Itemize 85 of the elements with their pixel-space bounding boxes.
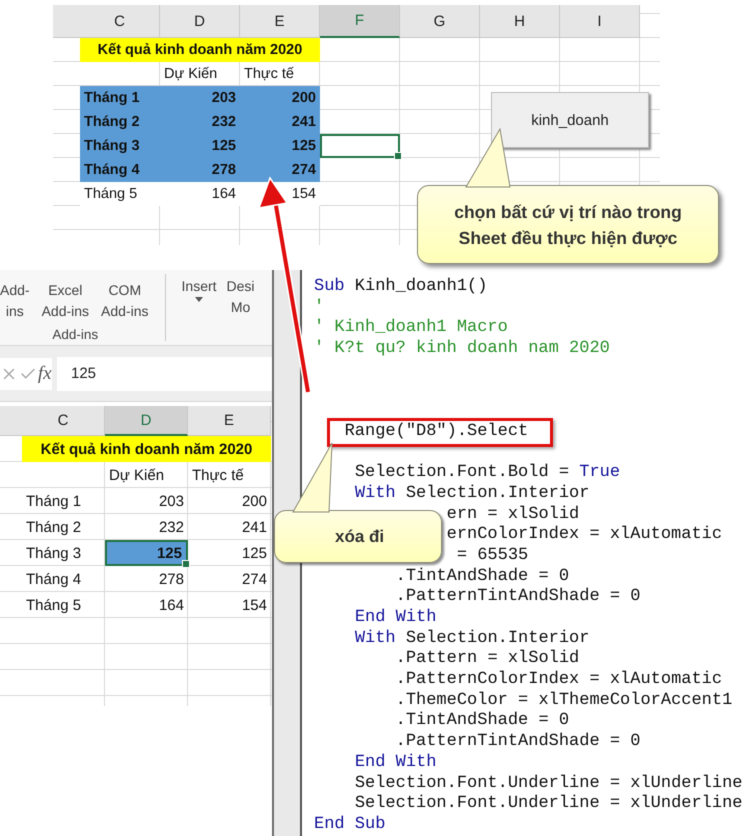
table-cell: 203	[160, 86, 240, 110]
code-line: Selection.Font.Underline = xlUnderline	[354, 774, 742, 792]
month-cell-text: Tháng 5	[25, 596, 82, 616]
month-cell: Tháng 1	[80, 86, 160, 110]
table-cell: 274	[240, 158, 320, 182]
table-title: Kết quả kinh doanh năm 2020	[80, 38, 320, 62]
month-cell-text: Tháng 3	[25, 544, 82, 564]
callout: chọn bất cứ vị trí nào trong Sheet đều thực hiện được	[417, 185, 719, 264]
code-line: .Pattern = xlSolid	[396, 649, 580, 668]
table-cell: 125	[160, 134, 240, 158]
code-line: .TintAndShade = 0	[396, 566, 570, 586]
group-label: Add-ins	[52, 327, 98, 342]
table-cell-text: 241	[240, 518, 268, 538]
month-cell: Tháng 3	[80, 134, 160, 158]
column-header[interactable]: G	[400, 5, 480, 38]
table-cell-text: 232	[158, 518, 185, 538]
month-cell-text: Tháng 4	[25, 570, 82, 590]
callout: xóa đi	[274, 510, 442, 563]
month-cell-text: Tháng 1	[25, 492, 82, 512]
column-label: Thực tế	[243, 65, 295, 84]
callout-tail	[291, 441, 333, 512]
code-line: ern = xlSolid	[446, 504, 580, 524]
table-cell: 232	[160, 110, 240, 134]
table-cell-text: 154	[240, 596, 268, 616]
table-cell-text: 125	[240, 544, 268, 564]
code-line: Sub Kinh_doanh1()	[314, 277, 488, 296]
table-title: Kết quả kinh doanh năm 2020	[22, 436, 271, 462]
column-header[interactable]: D	[160, 5, 240, 38]
column-header[interactable]: C	[80, 5, 160, 38]
selected-cell[interactable]: 125	[105, 540, 188, 566]
column-label: Thực tế	[191, 466, 245, 486]
table-cell-text: 200	[240, 492, 268, 512]
column-header[interactable]: E	[188, 406, 271, 436]
ribbon-button[interactable]: COM Add-ins	[99, 274, 151, 322]
table-cell-text: 203	[158, 492, 185, 512]
ribbon-button[interactable]: Add- ins	[0, 274, 32, 322]
table-cell: 164	[160, 182, 240, 206]
code-line: Selection.Font.Bold = True	[354, 463, 620, 482]
column-header[interactable]: F	[320, 5, 400, 38]
code-line: ' Kinh_doanh1 Macro	[314, 318, 508, 338]
column-header[interactable]: C	[22, 406, 105, 436]
selected-cell[interactable]	[320, 134, 400, 158]
code-line: End Sub	[314, 814, 386, 834]
table-cell: 278	[160, 158, 240, 182]
column-header[interactable]: E	[240, 5, 320, 38]
corner-header[interactable]	[0, 406, 22, 436]
table-cell: 125	[240, 134, 320, 158]
code-line: End With	[354, 608, 436, 627]
code-line: Selection.Font.Underline = xlUnderline	[354, 794, 742, 814]
ribbon-button[interactable]: Insert	[180, 270, 219, 345]
column-label: Dự Kiến	[163, 65, 218, 84]
code-line: .PatternColorIndex = xlAutomatic	[396, 670, 722, 690]
code-line: '	[314, 298, 324, 317]
month-cell: Tháng 5	[80, 182, 160, 206]
column-header[interactable]: H	[480, 5, 560, 38]
code-line: Range("D8").Select	[344, 422, 528, 441]
code-line: .PatternTintAndShade = 0	[396, 732, 640, 752]
table-cell-text: 274	[240, 570, 268, 590]
ribbon-button[interactable]: Excel Add-ins	[40, 274, 92, 322]
table-cell: 241	[240, 110, 320, 134]
code-line: = 65535	[456, 546, 528, 565]
code-line: .ThemeColor = xlThemeColorAccent1	[396, 690, 732, 710]
code-line: With Selection.Interior	[354, 628, 590, 648]
corner-header[interactable]	[53, 5, 80, 38]
code-line: ernColorIndex = xlAutomatic	[446, 525, 722, 544]
caret-icon	[195, 297, 204, 302]
month-cell-text: Tháng 2	[25, 518, 82, 538]
table-cell-text: 164	[158, 596, 185, 616]
table-cell-text: 278	[158, 570, 185, 590]
column-header[interactable]: D	[105, 406, 188, 436]
code-line: ' K?t qu? kinh doanh nam 2020	[314, 339, 610, 358]
code-line: .TintAndShade = 0	[396, 711, 570, 730]
callout-tail	[464, 127, 512, 187]
month-cell: Tháng 4	[80, 158, 160, 182]
month-cell: Tháng 2	[80, 110, 160, 134]
formula-field[interactable]: 125	[57, 356, 272, 390]
code-line: .PatternTintAndShade = 0	[396, 587, 640, 606]
macro-button[interactable]: kinh_doanh	[491, 92, 649, 148]
ribbon-button[interactable]: Desi Mo	[224, 270, 257, 345]
function-label[interactable]: fx	[38, 362, 52, 384]
table-cell: 200	[240, 86, 320, 110]
column-header[interactable]: I	[560, 5, 640, 38]
code-line: End With	[354, 752, 436, 772]
column-label: Dự Kiến	[108, 466, 166, 486]
code-line: With Selection.Interior	[354, 484, 590, 503]
